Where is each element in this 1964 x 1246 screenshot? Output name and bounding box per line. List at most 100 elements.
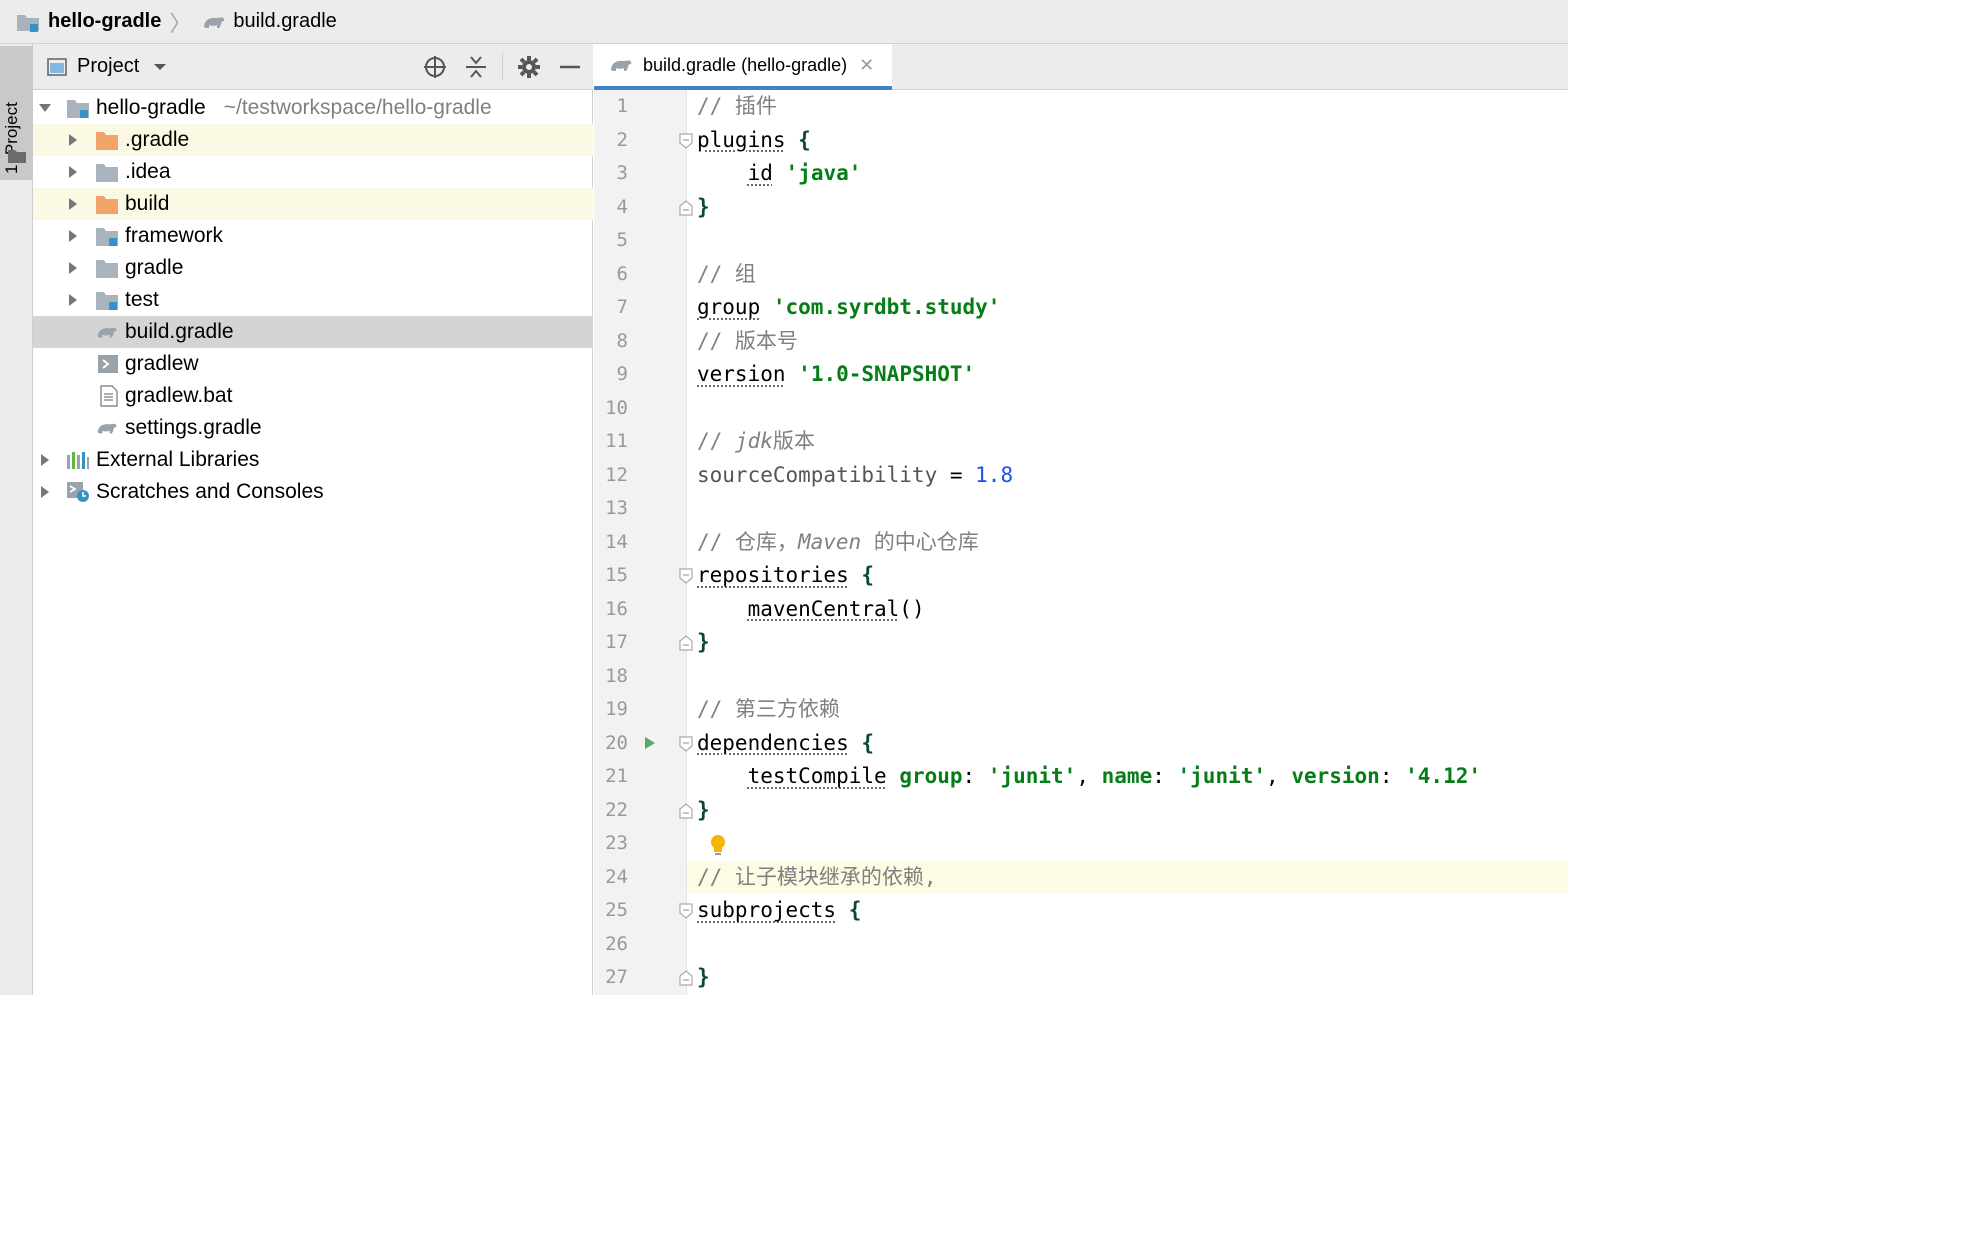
chevron-down-icon[interactable] [38,101,52,115]
tree-node-root[interactable]: hello-gradle ~/testworkspace/hello-gradle [33,92,593,124]
navigation-breadcrumb: hello-gradle 〉 build.gradle [0,0,1568,44]
code-keyword: testCompile [747,764,887,788]
chevron-right-icon[interactable] [38,453,52,467]
code-line[interactable]: 9 version '1.0-SNAPSHOT' [594,358,1568,391]
fold-close-icon[interactable] [679,199,693,216]
code-comment: Maven [797,529,862,554]
module-folder-icon [96,292,118,310]
chevron-right-icon[interactable] [66,165,80,179]
code-line[interactable]: 1 // 插件 [594,90,1568,123]
tree-node-idea[interactable]: .idea [33,156,593,188]
code-line[interactable]: 26 [594,928,1568,961]
breadcrumb-file[interactable]: build.gradle [201,10,337,33]
line-number: 4 [616,195,628,218]
chevron-right-icon[interactable] [66,133,80,147]
code-line[interactable]: 8 // 版本号 [594,325,1568,358]
code-keyword: plugins [697,127,786,152]
code-line[interactable]: 12 sourceCompatibility = 1.8 [594,459,1568,492]
fold-close-icon[interactable] [679,635,693,651]
tree-root-path: ~/testworkspace/hello-gradle [223,96,492,119]
chevron-right-icon[interactable] [66,229,80,243]
tree-node-framework[interactable]: framework [33,220,593,252]
code-line[interactable]: 17 } [594,626,1568,659]
project-view-selector[interactable]: Project [47,55,167,78]
chevron-right-icon[interactable] [66,197,80,211]
code-line[interactable]: 21 testCompile group: 'junit', name: 'ju… [594,760,1568,793]
code-brace: { [785,127,811,152]
tree-node-build[interactable]: build [33,188,593,220]
line-number: 27 [605,966,628,988]
tree-node-gradlew-bat[interactable]: gradlew.bat [33,380,593,412]
project-folder-icon [17,14,39,32]
tree-node-gradlew[interactable]: gradlew [33,348,593,380]
editor-tab-build-gradle[interactable]: build.gradle (hello-gradle) ✕ [594,44,892,90]
run-icon[interactable] [644,736,656,750]
tree-item-label: build [125,192,170,215]
code-line[interactable]: 25 subprojects { [594,894,1568,927]
code-line[interactable]: 10 [594,392,1568,425]
code-line[interactable]: 6 // 组 [594,258,1568,291]
code-line[interactable]: 16 mavenCentral() [594,593,1568,626]
tree-node-dot-gradle[interactable]: .gradle [33,124,593,156]
lightbulb-icon[interactable] [709,833,727,857]
chevron-right-icon[interactable] [38,485,52,499]
code-line[interactable]: 15 repositories { [594,559,1568,592]
tree-node-test[interactable]: test [33,284,593,316]
fold-open-icon[interactable] [679,903,693,919]
collapse-all-icon [466,56,486,78]
project-tool-tab[interactable]: 1: Project [0,46,33,180]
fold-open-icon[interactable] [679,568,693,584]
code-line[interactable]: 11 // jdk版本 [594,425,1568,458]
code-string: 'junit' [987,764,1077,788]
line-number: 6 [616,262,628,285]
code-keyword: subprojects [697,898,837,922]
tree-item-label: framework [125,224,224,247]
tree-item-label: settings.gradle [125,416,262,439]
code-line[interactable]: 5 [594,224,1568,257]
collapse-all-button[interactable] [461,52,491,82]
tree-node-external-libraries[interactable]: External Libraries [33,444,593,476]
code-comment: // 版本号 [697,328,798,353]
excluded-folder-icon [96,196,118,214]
chevron-right-icon[interactable] [66,261,80,275]
hide-panel-button[interactable] [555,52,585,82]
line-number: 2 [616,128,628,151]
code-line[interactable]: 4 } [594,191,1568,224]
tree-node-build-gradle[interactable]: build.gradle [33,316,593,348]
code-line[interactable]: 7 group 'com.syrdbt.study' [594,291,1568,324]
code-comment: jdk [734,429,773,453]
code-line[interactable]: 27 } [594,961,1568,994]
code-line[interactable]: 19 // 第三方依赖 [594,693,1568,726]
code-line[interactable]: 22 } [594,794,1568,827]
breadcrumb-project[interactable]: hello-gradle [16,10,161,33]
code-line[interactable]: 3 id 'java' [594,157,1568,190]
code-line[interactable]: 13 [594,492,1568,525]
code-line-current[interactable]: 24 // 让子模块继承的依赖, [605,860,1568,894]
code-line[interactable]: 14 // 仓库，Maven 的中心仓库 [594,526,1568,559]
tree-node-gradle-folder[interactable]: gradle [33,252,593,284]
code-keyword: repositories [697,563,849,587]
code-area[interactable]: 1 // 插件 2 plugins { 3 id 'java' 4 } 5 6 … [594,90,1568,995]
window-icon [47,57,67,76]
code-colon: : [1379,764,1406,788]
locate-button[interactable] [420,52,450,82]
fold-close-icon[interactable] [679,970,693,986]
tree-node-scratches[interactable]: Scratches and Consoles [33,476,593,508]
code-line[interactable]: 2 plugins { [594,124,1568,157]
settings-button[interactable] [514,52,544,82]
gradle-icon [204,16,225,28]
fold-open-icon[interactable] [679,735,693,752]
code-line[interactable]: 20 dependencies { [594,727,1568,760]
code-brace: { [836,898,862,922]
fold-close-icon[interactable] [679,802,693,819]
code-comma: , [1076,764,1102,788]
code-comment: // 组 [697,261,756,286]
code-comment: 的中心仓库 [861,529,979,554]
code-line[interactable]: 18 [594,660,1568,693]
code-keyword: id [747,161,773,185]
fold-open-icon[interactable] [679,132,693,149]
chevron-right-icon[interactable] [66,293,80,307]
close-icon[interactable]: ✕ [859,55,874,76]
tree-node-settings-gradle[interactable]: settings.gradle [33,412,593,444]
code-line[interactable]: 23 [594,827,1568,860]
